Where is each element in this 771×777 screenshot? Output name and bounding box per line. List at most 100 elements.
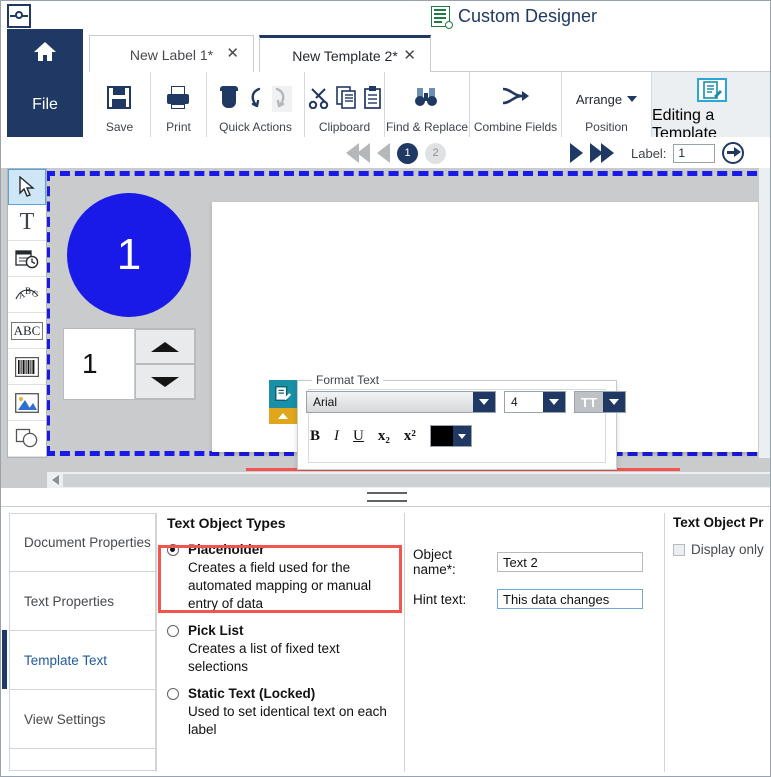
object-name-label: Object name*:	[413, 547, 497, 577]
font-family-select[interactable]: Arial	[306, 391, 496, 413]
object-fields-section: Object name*: Hint text:	[413, 547, 643, 621]
chevron-down-icon[interactable]	[603, 392, 625, 412]
display-only-row[interactable]: Display only	[673, 542, 771, 557]
sidebar-item-text-properties[interactable]: Text Properties	[9, 572, 156, 631]
pointer-tool[interactable]	[8, 169, 46, 205]
chevron-down-icon	[151, 377, 179, 387]
object-name-input[interactable]	[497, 552, 643, 572]
display-only-checkbox[interactable]	[673, 544, 685, 556]
underline-button[interactable]: U	[353, 428, 364, 445]
section-title: Text Object Types	[167, 515, 397, 531]
option-pick-list[interactable]: Pick List Creates a list of fixed text s…	[167, 622, 397, 676]
chevron-down-icon[interactable]	[453, 426, 471, 446]
double-right-arrow-icon-2[interactable]	[601, 143, 614, 163]
datetime-tool[interactable]	[8, 241, 46, 277]
sidebar-item-document-properties[interactable]: Document Properties	[9, 513, 156, 572]
redo-button[interactable]	[272, 86, 292, 112]
chevron-down-icon[interactable]	[473, 392, 495, 412]
image-tool[interactable]	[8, 385, 46, 421]
save-button[interactable]	[107, 86, 133, 112]
left-arrow-icon[interactable]	[377, 143, 390, 163]
svg-text:C: C	[30, 287, 39, 299]
chevron-down-icon[interactable]	[543, 392, 565, 412]
merge-arrow-icon	[501, 86, 529, 106]
combine-fields-button[interactable]	[501, 86, 531, 112]
option-description: Creates a field used for the automated m…	[188, 560, 371, 611]
picture-icon	[15, 393, 39, 413]
go-arrow-icon[interactable]	[722, 142, 744, 164]
scroll-thumb[interactable]	[63, 474, 770, 487]
tab-new-template-2[interactable]: New Template 2* ✕	[259, 35, 431, 73]
option-static-text[interactable]: Static Text (Locked) Used to set identic…	[167, 685, 397, 739]
bold-button[interactable]: B	[310, 428, 320, 445]
scroll-left-icon[interactable]	[47, 475, 63, 485]
superscript-button[interactable]: x²	[404, 428, 416, 445]
label-number-input[interactable]	[673, 144, 715, 163]
font-size-select[interactable]: 4	[504, 391, 566, 413]
file-menu-button[interactable]: File	[7, 72, 83, 137]
close-icon[interactable]: ✕	[226, 47, 239, 61]
close-icon[interactable]: ✕	[403, 49, 416, 63]
cut-button[interactable]	[308, 86, 330, 112]
properties-tab-list: Document Properties Text Properties Temp…	[9, 513, 156, 772]
tab-label: New Label 1*	[130, 47, 213, 63]
abc-box-icon: ABC	[11, 322, 44, 340]
text-color-picker[interactable]	[430, 425, 472, 447]
radio-placeholder[interactable]	[167, 544, 179, 556]
option-label: Pick List	[188, 623, 244, 638]
print-button[interactable]	[166, 86, 192, 112]
shape-tool[interactable]	[8, 421, 46, 457]
delete-button[interactable]	[220, 86, 240, 112]
option-label: Static Text (Locked)	[188, 686, 315, 701]
chevron-up-icon	[151, 342, 179, 352]
arrange-dropdown[interactable]: Arrange	[576, 92, 637, 107]
ribbon-group-combine-fields: Combine Fields	[470, 72, 562, 137]
canvas-vertical-scrollbar[interactable]	[758, 168, 771, 458]
format-collapse-button[interactable]	[269, 408, 297, 424]
ribbon-group-save: Save	[89, 72, 151, 137]
home-button[interactable]	[7, 29, 83, 73]
ribbon-group-label: Combine Fields	[474, 120, 557, 137]
paste-button[interactable]	[363, 86, 382, 112]
arrange-label: Arrange	[576, 92, 622, 107]
undo-button[interactable]	[246, 86, 266, 112]
radio-pick-list[interactable]	[167, 625, 179, 637]
text-box-tool[interactable]: ABC	[8, 313, 46, 349]
green-document-gear-icon	[431, 6, 450, 27]
option-placeholder[interactable]: Placeholder Creates a field used for the…	[167, 541, 397, 613]
right-arrow-icon[interactable]	[570, 143, 583, 163]
text-style-select[interactable]: TT	[574, 391, 626, 413]
tab-new-label-1[interactable]: New Label 1* ✕	[89, 35, 254, 73]
scissors-icon	[308, 86, 330, 109]
text-tool[interactable]: T	[8, 205, 46, 241]
find-replace-button[interactable]	[414, 86, 440, 112]
panel-splitter[interactable]	[1, 488, 771, 507]
barcode-tool[interactable]	[8, 349, 46, 385]
curved-text-tool[interactable]: A B C	[8, 277, 46, 313]
page-navigation-bar: 1 2 Label:	[1, 137, 771, 170]
sidebar-item-template-text[interactable]: Template Text	[9, 631, 156, 690]
double-left-arrow-icon-2[interactable]	[357, 143, 370, 163]
quantity-stepper[interactable]: 1	[63, 328, 196, 400]
hint-text-input[interactable]	[497, 589, 643, 609]
subscript-button[interactable]: x₂	[378, 428, 390, 445]
circle-object[interactable]: 1	[67, 193, 191, 317]
page-button-2[interactable]: 2	[425, 143, 446, 164]
stepper-down-button[interactable]	[135, 364, 195, 399]
page-button-1[interactable]: 1	[397, 143, 418, 164]
label-printer-icon	[7, 4, 31, 28]
copy-button[interactable]	[336, 86, 357, 112]
canvas-horizontal-scrollbar[interactable]	[47, 471, 771, 488]
sidebar-item-view-settings[interactable]: View Settings	[9, 690, 156, 749]
editing-a-template-button[interactable]: Editing a Template	[652, 72, 771, 137]
design-canvas-area: 1 1 el	[1, 168, 771, 488]
document-tab-strip: New Label 1* ✕ New Template 2* ✕	[1, 29, 771, 74]
format-badge-icon[interactable]	[269, 380, 297, 408]
ribbon-group-label: Save	[106, 120, 133, 137]
ribbon-group-clipboard: Clipboard	[305, 72, 385, 137]
radio-static-text[interactable]	[167, 688, 179, 700]
stepper-value: 1	[64, 329, 134, 399]
svg-text:B: B	[25, 286, 31, 296]
italic-button[interactable]: I	[334, 428, 339, 445]
stepper-up-button[interactable]	[135, 329, 195, 364]
